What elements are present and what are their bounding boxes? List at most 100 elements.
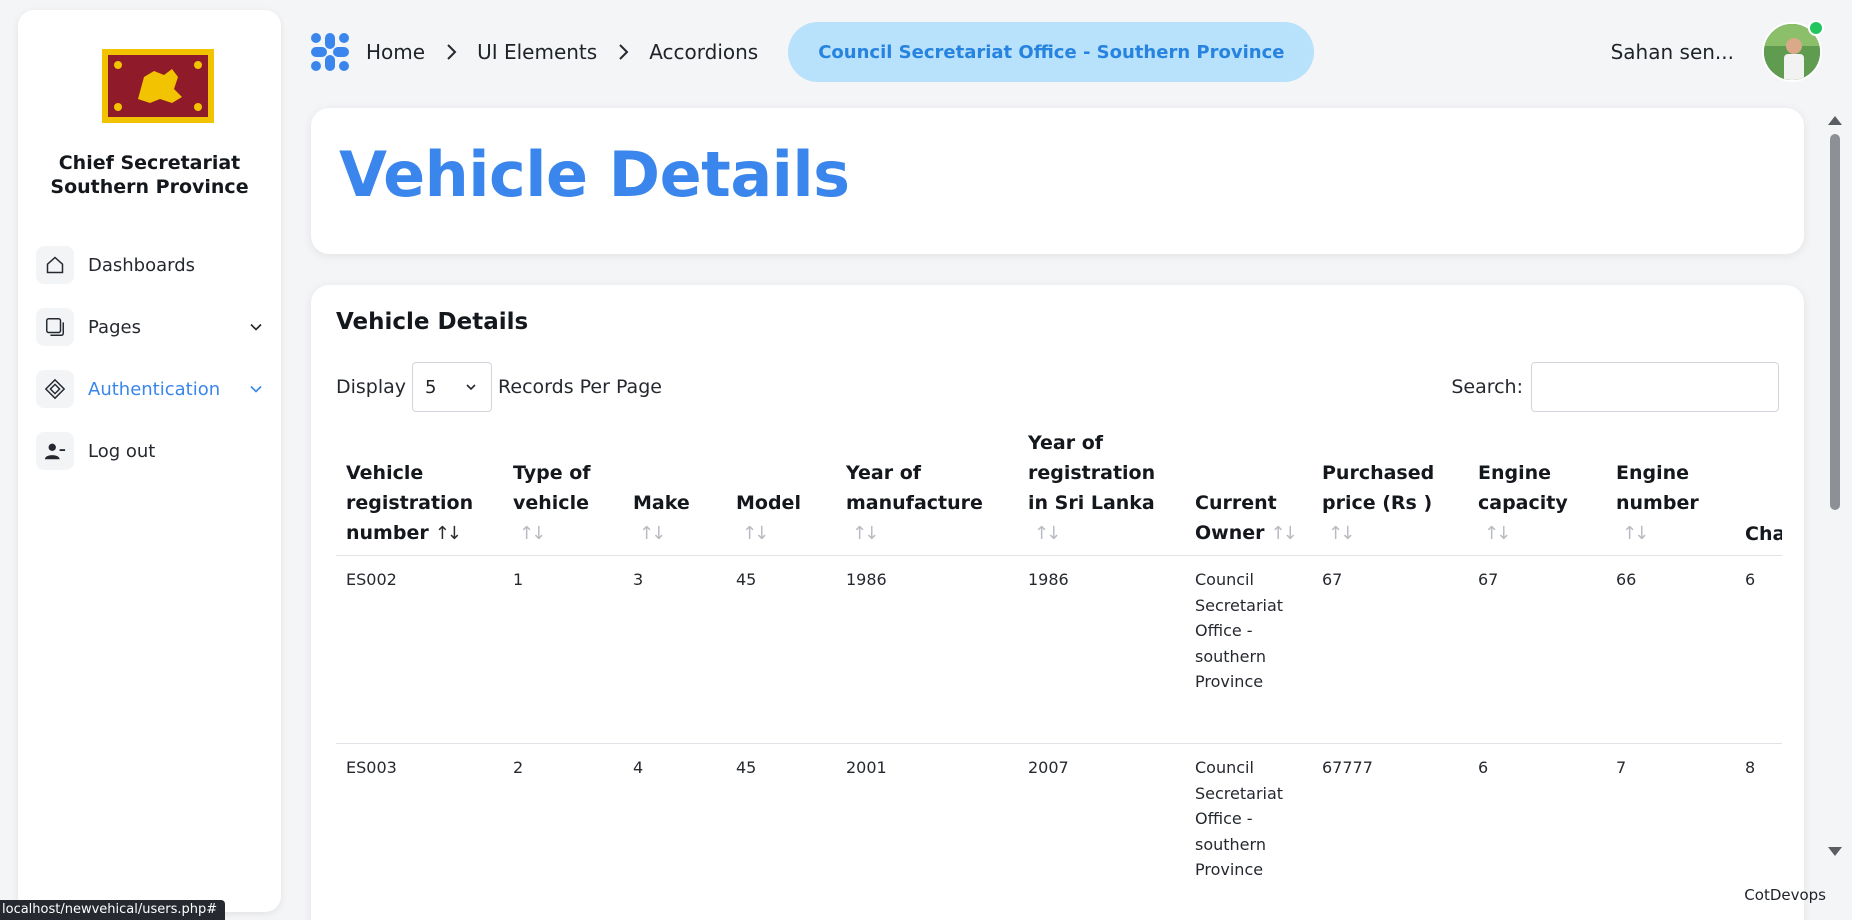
table-cell: 66 xyxy=(1606,555,1735,744)
app-grid-icon[interactable] xyxy=(308,30,352,74)
breadcrumb-home[interactable]: Home xyxy=(366,40,425,64)
table-cell: 67 xyxy=(1312,555,1468,744)
display-label: Display xyxy=(336,376,407,398)
table-header-row: Vehicle registration number ↑↓ Type of ve… xyxy=(336,428,1782,556)
page-scrollbar[interactable] xyxy=(1828,112,1842,860)
sort-asc-icon[interactable]: ↑↓ xyxy=(435,519,462,549)
top-header: Home UI Elements Accordions Council Secr… xyxy=(308,20,1824,84)
column-header-registration[interactable]: Vehicle registration number ↑↓ xyxy=(336,428,503,556)
table-row[interactable]: ES003 2 4 45 2001 2007 Council Secretari… xyxy=(336,743,1782,920)
sidebar-item-logout[interactable]: Log out xyxy=(36,428,266,474)
organization-name: Chief Secretariat Southern Province xyxy=(18,151,281,199)
vehicle-table-card: Vehicle Details Display 5 Records Per Pa… xyxy=(311,285,1804,920)
column-header-label: Engine capacity xyxy=(1478,462,1568,514)
vehicle-table: Vehicle registration number ↑↓ Type of ve… xyxy=(336,428,1782,920)
search-input[interactable] xyxy=(1531,362,1779,412)
column-header-label: Engine number xyxy=(1616,462,1699,514)
sidebar: Chief Secretariat Southern Province Dash… xyxy=(18,10,281,912)
organization-name-line1: Chief Secretariat xyxy=(58,152,241,174)
column-header-owner[interactable]: Current Owner ↑↓ xyxy=(1185,428,1312,556)
search-label: Search: xyxy=(1451,376,1523,398)
table-cell: 2001 xyxy=(836,743,1018,920)
column-header-make[interactable]: Make ↑↓ xyxy=(623,428,726,556)
column-header-chassis-number[interactable]: Chassis number xyxy=(1735,428,1782,556)
table-cell: ES003 xyxy=(336,743,503,920)
column-header-type[interactable]: Type of vehicle ↑↓ xyxy=(503,428,623,556)
sort-icon[interactable]: ↑↓ xyxy=(1328,519,1355,549)
organization-name-line2: Southern Province xyxy=(50,176,249,198)
chevron-down-icon[interactable] xyxy=(246,379,266,399)
table-cell: 67 xyxy=(1468,555,1606,744)
breadcrumb: Home UI Elements Accordions xyxy=(366,40,758,64)
sort-icon[interactable]: ↑↓ xyxy=(852,519,879,549)
sidebar-item-label: Pages xyxy=(88,316,141,338)
status-bar-url: localhost/newvehical/users.php# xyxy=(0,900,226,920)
column-header-label: Current Owner xyxy=(1195,492,1277,544)
table-cell: 4 xyxy=(623,743,726,920)
sort-icon[interactable]: ↑↓ xyxy=(519,519,546,549)
sort-icon[interactable]: ↑↓ xyxy=(1034,519,1061,549)
table-cell: 7 xyxy=(1606,743,1735,920)
table-cell: 1986 xyxy=(1018,555,1185,744)
page-title-card: Vehicle Details xyxy=(311,108,1804,254)
sidebar-item-authentication[interactable]: Authentication xyxy=(36,366,266,412)
pages-icon xyxy=(36,308,74,346)
column-header-label: Make xyxy=(633,492,690,514)
chevron-right-icon xyxy=(619,44,629,60)
table-cell: 3 xyxy=(623,555,726,744)
office-badge: Council Secretariat Office - Southern Pr… xyxy=(788,22,1315,82)
scrollbar-thumb[interactable] xyxy=(1830,134,1840,510)
footer-brand: CotDevops xyxy=(1744,886,1826,904)
table-cell: 1986 xyxy=(836,555,1018,744)
search-group: Search: xyxy=(1451,362,1779,412)
records-per-page-label: Records Per Page xyxy=(498,376,662,398)
user-name[interactable]: Sahan sen... xyxy=(1611,40,1734,64)
table-cell: 1 xyxy=(503,555,623,744)
provincial-flag-logo xyxy=(102,49,214,123)
column-header-year-manufacture[interactable]: Year of manufacture ↑↓ xyxy=(836,428,1018,556)
chevron-down-icon[interactable] xyxy=(246,317,266,337)
column-header-label: Model xyxy=(736,492,801,514)
table-cell: 2007 xyxy=(1018,743,1185,920)
column-header-engine-capacity[interactable]: Engine capacity ↑↓ xyxy=(1468,428,1606,556)
column-header-label: Chassis number xyxy=(1745,523,1782,545)
user-minus-icon xyxy=(36,432,74,470)
breadcrumb-accordions[interactable]: Accordions xyxy=(649,40,758,64)
scroll-up-arrow-icon[interactable] xyxy=(1828,116,1842,125)
sort-icon[interactable]: ↑↓ xyxy=(742,519,769,549)
sort-icon[interactable]: ↑↓ xyxy=(1622,519,1649,549)
table-cell: 6 xyxy=(1735,555,1782,744)
table-cell: 45 xyxy=(726,743,836,920)
table-cell: 6 xyxy=(1468,743,1606,920)
online-status-dot xyxy=(1808,20,1824,36)
sort-icon[interactable]: ↑↓ xyxy=(1484,519,1511,549)
column-header-model[interactable]: Model ↑↓ xyxy=(726,428,836,556)
table-row[interactable]: ES002 1 3 45 1986 1986 Council Secretari… xyxy=(336,555,1782,744)
sidebar-item-dashboards[interactable]: Dashboards xyxy=(36,242,266,288)
sort-icon[interactable]: ↑↓ xyxy=(639,519,666,549)
table-cell: ES002 xyxy=(336,555,503,744)
table-cell: Council Secretariat Office - southern Pr… xyxy=(1185,555,1312,744)
diamond-icon xyxy=(36,370,74,408)
column-header-label: Type of vehicle xyxy=(513,462,591,514)
chevron-down-icon xyxy=(466,384,476,391)
table-cell: Council Secretariat Office - southern Pr… xyxy=(1185,743,1312,920)
column-header-engine-number[interactable]: Engine number ↑↓ xyxy=(1606,428,1735,556)
sort-icon[interactable]: ↑↓ xyxy=(1271,519,1298,549)
table-cell: 2 xyxy=(503,743,623,920)
sidebar-item-pages[interactable]: Pages xyxy=(36,304,266,350)
home-icon xyxy=(36,246,74,284)
sidebar-nav: Dashboards Pages Authentication Log out xyxy=(36,242,266,490)
card-title: Vehicle Details xyxy=(336,309,529,335)
column-header-label: Year of registration in Sri Lanka xyxy=(1028,432,1156,514)
sidebar-item-label: Log out xyxy=(88,440,156,462)
breadcrumb-ui-elements[interactable]: UI Elements xyxy=(477,40,597,64)
column-header-year-registration[interactable]: Year of registration in Sri Lanka ↑↓ xyxy=(1018,428,1185,556)
column-header-label: Year of manufacture xyxy=(846,462,983,514)
table-controls: Display 5 Records Per Page Search: xyxy=(336,362,1779,412)
column-header-price[interactable]: Purchased price (Rs ) ↑↓ xyxy=(1312,428,1468,556)
table-cell: 67777 xyxy=(1312,743,1468,920)
sidebar-item-label: Dashboards xyxy=(88,254,196,276)
scroll-down-arrow-icon[interactable] xyxy=(1828,847,1842,856)
page-size-select[interactable]: 5 xyxy=(412,362,493,412)
